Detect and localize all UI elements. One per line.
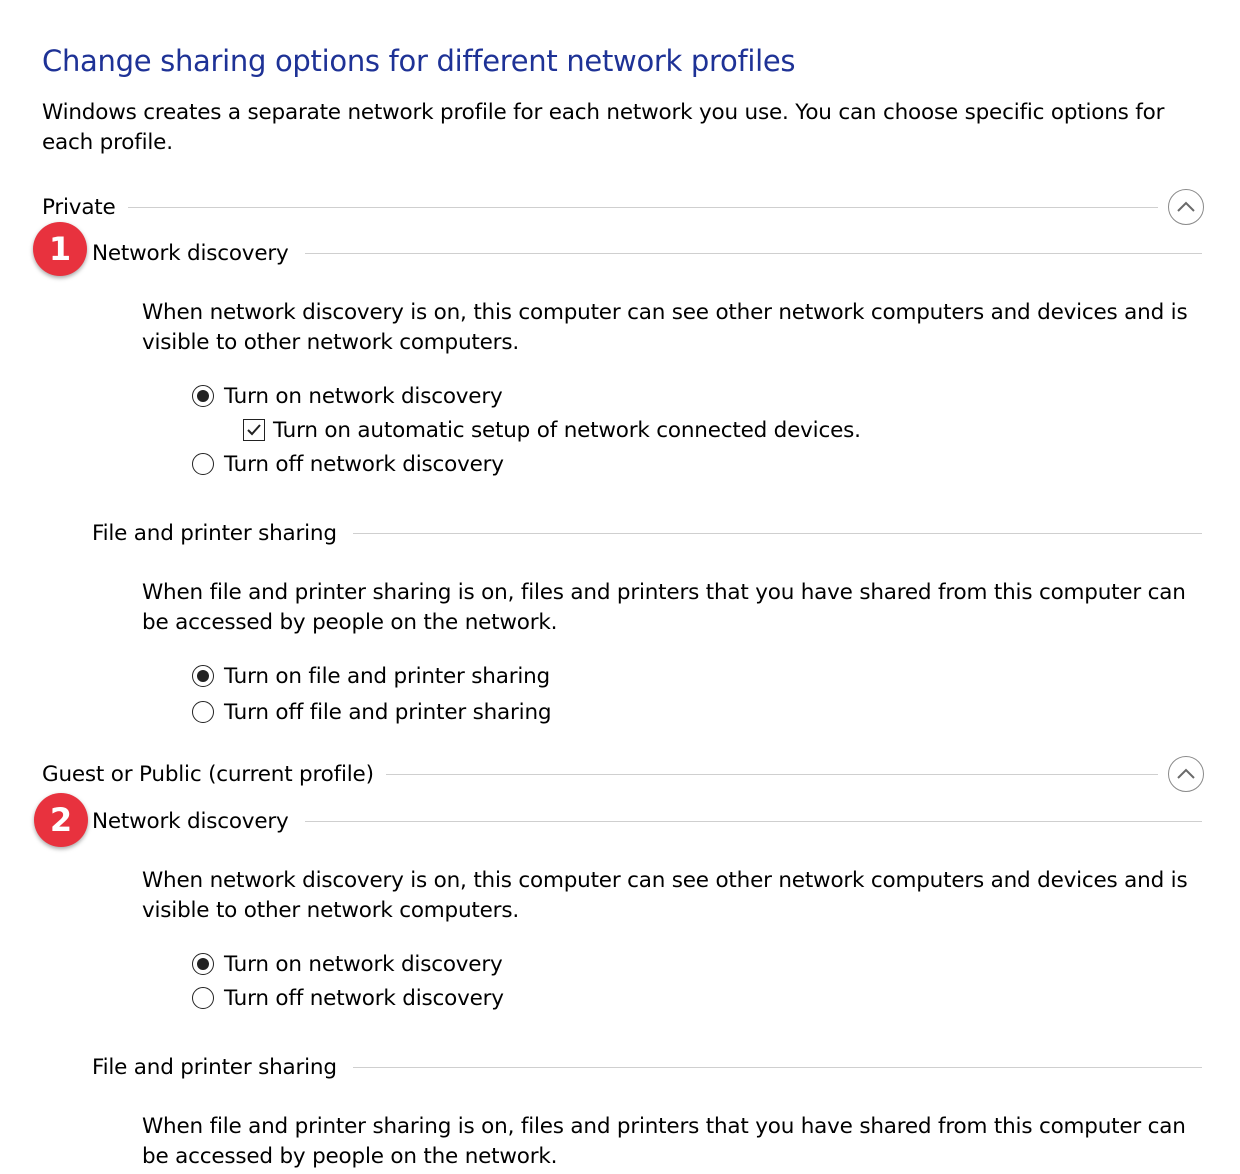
collapse-private-button[interactable] (1168, 189, 1204, 225)
callout-marker-1: 1 (33, 222, 87, 276)
profile-label-private: Private (42, 194, 116, 220)
profile-label-public: Guest or Public (current profile) (42, 761, 374, 787)
section-title: File and printer sharing (92, 1054, 337, 1080)
page-title: Change sharing options for different net… (42, 44, 796, 78)
page-intro: Windows creates a separate network profi… (42, 100, 1165, 155)
option-label: Turn off network discovery (224, 451, 504, 477)
collapse-public-button[interactable] (1168, 756, 1204, 792)
section-header-network-discovery-private: Network discovery (92, 233, 1202, 273)
option-label: Turn off file and printer sharing (224, 699, 552, 725)
divider (352, 532, 1202, 534)
divider (304, 820, 1202, 822)
radio-button-selected[interactable] (192, 665, 214, 687)
option-label: Turn on file and printer sharing (224, 663, 550, 689)
option-label: Turn on network discovery (224, 951, 503, 977)
divider (304, 252, 1202, 254)
section-title: Network discovery (92, 808, 289, 834)
section-header-network-discovery-public: Network discovery (92, 801, 1202, 841)
radio-button-unselected[interactable] (192, 987, 214, 1009)
radio-option-fs-on-private[interactable]: Turn on file and printer sharing (192, 659, 550, 693)
section-title: File and printer sharing (92, 520, 337, 546)
network-discovery-description-private: When network discovery is on, this compu… (142, 300, 1188, 355)
radio-option-nd-on-public[interactable]: Turn on network discovery (192, 947, 503, 981)
section-header-file-sharing-public: File and printer sharing (92, 1047, 1202, 1087)
option-label: Turn on network discovery (224, 383, 503, 409)
radio-option-nd-off-private[interactable]: Turn off network discovery (192, 447, 504, 481)
radio-option-nd-on-private[interactable]: Turn on network discovery (192, 379, 503, 413)
profile-header-private: Private (42, 187, 1204, 227)
radio-button-unselected[interactable] (192, 701, 214, 723)
checkbox-checked[interactable] (243, 419, 265, 441)
chevron-up-icon (1177, 201, 1195, 212)
divider (385, 773, 1158, 775)
option-label: Turn on automatic setup of network conne… (273, 417, 861, 443)
option-label: Turn off network discovery (224, 985, 504, 1011)
radio-button-selected[interactable] (192, 953, 214, 975)
radio-option-nd-off-public[interactable]: Turn off network discovery (192, 981, 504, 1015)
checkmark-icon (247, 424, 261, 436)
radio-button-selected[interactable] (192, 385, 214, 407)
network-discovery-description-public: When network discovery is on, this compu… (142, 868, 1188, 923)
profile-header-public: Guest or Public (current profile) (42, 754, 1204, 794)
divider (352, 1066, 1202, 1068)
callout-marker-2: 2 (34, 793, 88, 847)
file-sharing-description-private: When file and printer sharing is on, fil… (142, 580, 1186, 635)
checkbox-option-auto-setup[interactable]: Turn on automatic setup of network conne… (243, 413, 861, 447)
radio-button-unselected[interactable] (192, 453, 214, 475)
radio-option-fs-off-private[interactable]: Turn off file and printer sharing (192, 695, 552, 729)
chevron-up-icon (1177, 768, 1195, 779)
file-sharing-description-public: When file and printer sharing is on, fil… (142, 1114, 1186, 1169)
section-title: Network discovery (92, 240, 289, 266)
divider (127, 206, 1158, 208)
section-header-file-sharing-private: File and printer sharing (92, 513, 1202, 553)
